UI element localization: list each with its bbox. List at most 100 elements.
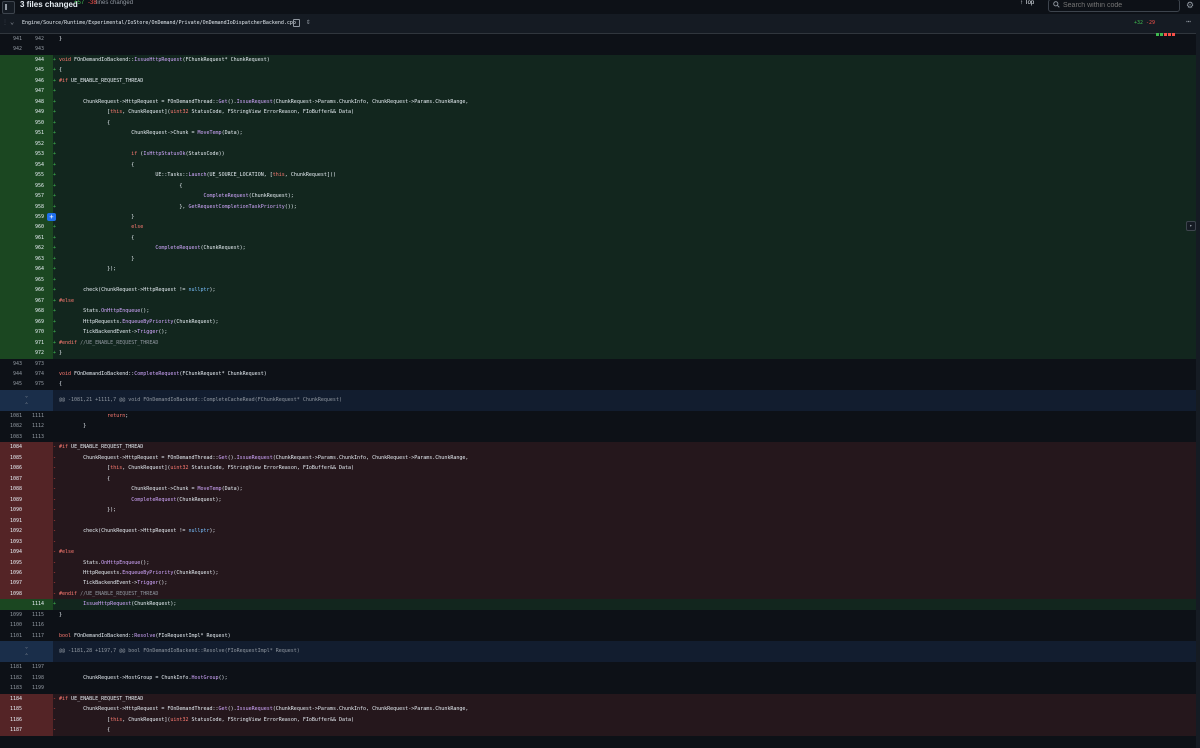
new-line-number[interactable] [22,484,44,495]
old-line-number[interactable]: 1096 [0,567,22,579]
diff-line[interactable]: 942 943 [0,44,1196,55]
old-line-number[interactable] [0,232,22,244]
diff-line[interactable]: 1081 1111 return; [0,410,1196,422]
diff-line[interactable]: 1096- HttpRequests.EnqueueByPriority(Chu… [0,567,1196,579]
diff-line[interactable]: 964 + }); [0,264,1196,275]
old-line-number[interactable] [0,316,22,328]
new-line-number[interactable]: 973 [22,358,44,369]
new-line-number[interactable] [22,588,44,600]
old-line-number[interactable] [0,306,22,317]
diff-line[interactable]: 969 + HttpRequests.EnqueueByPriority(Chun… [0,316,1196,328]
diff-line[interactable]: 954 + { [0,159,1196,171]
old-line-number[interactable] [0,86,22,97]
new-line-number[interactable] [22,452,44,464]
new-line-number[interactable] [22,515,44,527]
new-line-number[interactable]: 1199 [22,683,44,694]
diff-line[interactable]: 1082 1112 } [0,421,1196,432]
old-line-number[interactable]: 1181 [0,662,22,673]
old-line-number[interactable] [0,75,22,87]
old-line-number[interactable] [0,264,22,275]
old-line-number[interactable]: 942 [0,44,22,55]
diff-line[interactable]: 1085- ChunkRequest->HttpRequest = FOnDem… [0,452,1196,464]
old-line-number[interactable]: 1082 [0,421,22,432]
old-line-number[interactable]: 1081 [0,410,22,422]
old-line-number[interactable] [0,191,22,202]
new-line-number[interactable] [22,463,44,474]
diff-line[interactable]: 1187- { [0,725,1196,736]
old-line-number[interactable] [0,107,22,118]
new-line-number[interactable] [22,578,44,589]
diff-line[interactable]: 948 + ChunkRequest->HttpRequest = FOnDema… [0,96,1196,108]
old-line-number[interactable]: 1182 [0,672,22,684]
new-line-number[interactable]: 951 [22,128,44,139]
new-line-number[interactable]: 954 [22,159,44,171]
old-line-number[interactable] [0,243,22,254]
old-line-number[interactable] [0,159,22,171]
old-line-number[interactable] [0,285,22,296]
file-options-icon[interactable]: ⋯ [1186,17,1191,26]
diff-line[interactable]: 1182 1198 ChunkRequest->HostGroup = Chunk… [0,672,1196,684]
old-line-number[interactable] [0,54,22,66]
diff-line[interactable]: 1093 - [0,536,1196,548]
old-line-number[interactable]: 1085 [0,452,22,464]
new-line-number[interactable]: 960 [22,222,44,233]
new-line-number[interactable]: 1116 [22,620,44,631]
new-line-number[interactable] [22,725,44,736]
old-line-number[interactable]: 1183 [0,683,22,694]
add-comment-button[interactable]: + [47,212,56,221]
old-line-number[interactable]: 1093 [0,536,22,548]
diff-line[interactable]: 962 + CompleteRequest(ChunkRequest); [0,243,1196,254]
old-line-number[interactable] [0,117,22,129]
new-line-number[interactable]: 945 [22,65,44,76]
old-line-number[interactable]: 1092 [0,526,22,537]
new-line-number[interactable]: 943 [22,44,44,55]
diff-line[interactable]: 971 + #endif //UE_ENABLE_REQUEST_THREAD [0,337,1196,349]
diff-line[interactable]: 972 +} [0,348,1196,359]
old-line-number[interactable]: 945 [0,379,22,390]
old-line-number[interactable]: 1087 [0,473,22,485]
new-line-number[interactable]: 969 [22,316,44,328]
new-line-number[interactable]: 958 [22,201,44,212]
old-line-number[interactable]: 1086 [0,463,22,474]
new-line-number[interactable]: 1117 [22,630,44,642]
new-line-number[interactable]: 957 [22,191,44,202]
new-line-number[interactable]: 956 [22,180,44,192]
new-line-number[interactable]: 964 [22,264,44,275]
expand-lines-icon[interactable]: ⌄ ⌃ [0,389,53,411]
new-line-number[interactable]: 975 [22,379,44,390]
new-line-number[interactable] [22,567,44,579]
old-line-number[interactable] [0,337,22,349]
old-line-number[interactable]: 1094 [0,547,22,558]
diff-line[interactable]: 1101 1117 bool FOnDemandIoBackend::Resolve… [0,630,1196,642]
new-line-number[interactable] [22,536,44,548]
diff-line[interactable]: 970 + TickBackendEvent->Trigger(); [0,327,1196,338]
toggle-file-tree-button[interactable] [2,1,15,14]
old-line-number[interactable]: 1088 [0,484,22,495]
new-line-number[interactable]: 961 [22,232,44,244]
new-line-number[interactable]: 972 [22,348,44,359]
diff-line[interactable]: 1185- ChunkRequest->HttpRequest = FOnDem… [0,704,1196,715]
new-line-number[interactable]: 970 [22,327,44,338]
new-line-number[interactable] [22,505,44,516]
new-line-number[interactable] [22,704,44,715]
old-line-number[interactable] [0,201,22,212]
diff-line[interactable]: 967 + #else [0,295,1196,307]
old-line-number[interactable]: 1095 [0,557,22,568]
search-within-code-box[interactable] [1048,0,1180,12]
old-line-number[interactable]: 1101 [0,630,22,642]
new-line-number[interactable]: 949 [22,107,44,118]
diff-line[interactable]: 1083 1113 [0,431,1196,443]
old-line-number[interactable] [0,65,22,76]
old-line-number[interactable] [0,128,22,139]
old-line-number[interactable]: 1099 [0,609,22,621]
old-line-number[interactable] [0,295,22,307]
new-line-number[interactable]: 971 [22,337,44,349]
diff-line[interactable]: 1091 - [0,515,1196,527]
old-line-number[interactable]: 1186 [0,714,22,726]
new-line-number[interactable]: 966 [22,285,44,296]
new-line-number[interactable]: 952 [22,138,44,150]
diff-line[interactable]: 941 942} [0,34,1196,45]
new-line-number[interactable]: 963 [22,253,44,265]
diff-line[interactable]: 945 +{ [0,65,1196,76]
diff-line[interactable]: 947 + [0,86,1196,97]
